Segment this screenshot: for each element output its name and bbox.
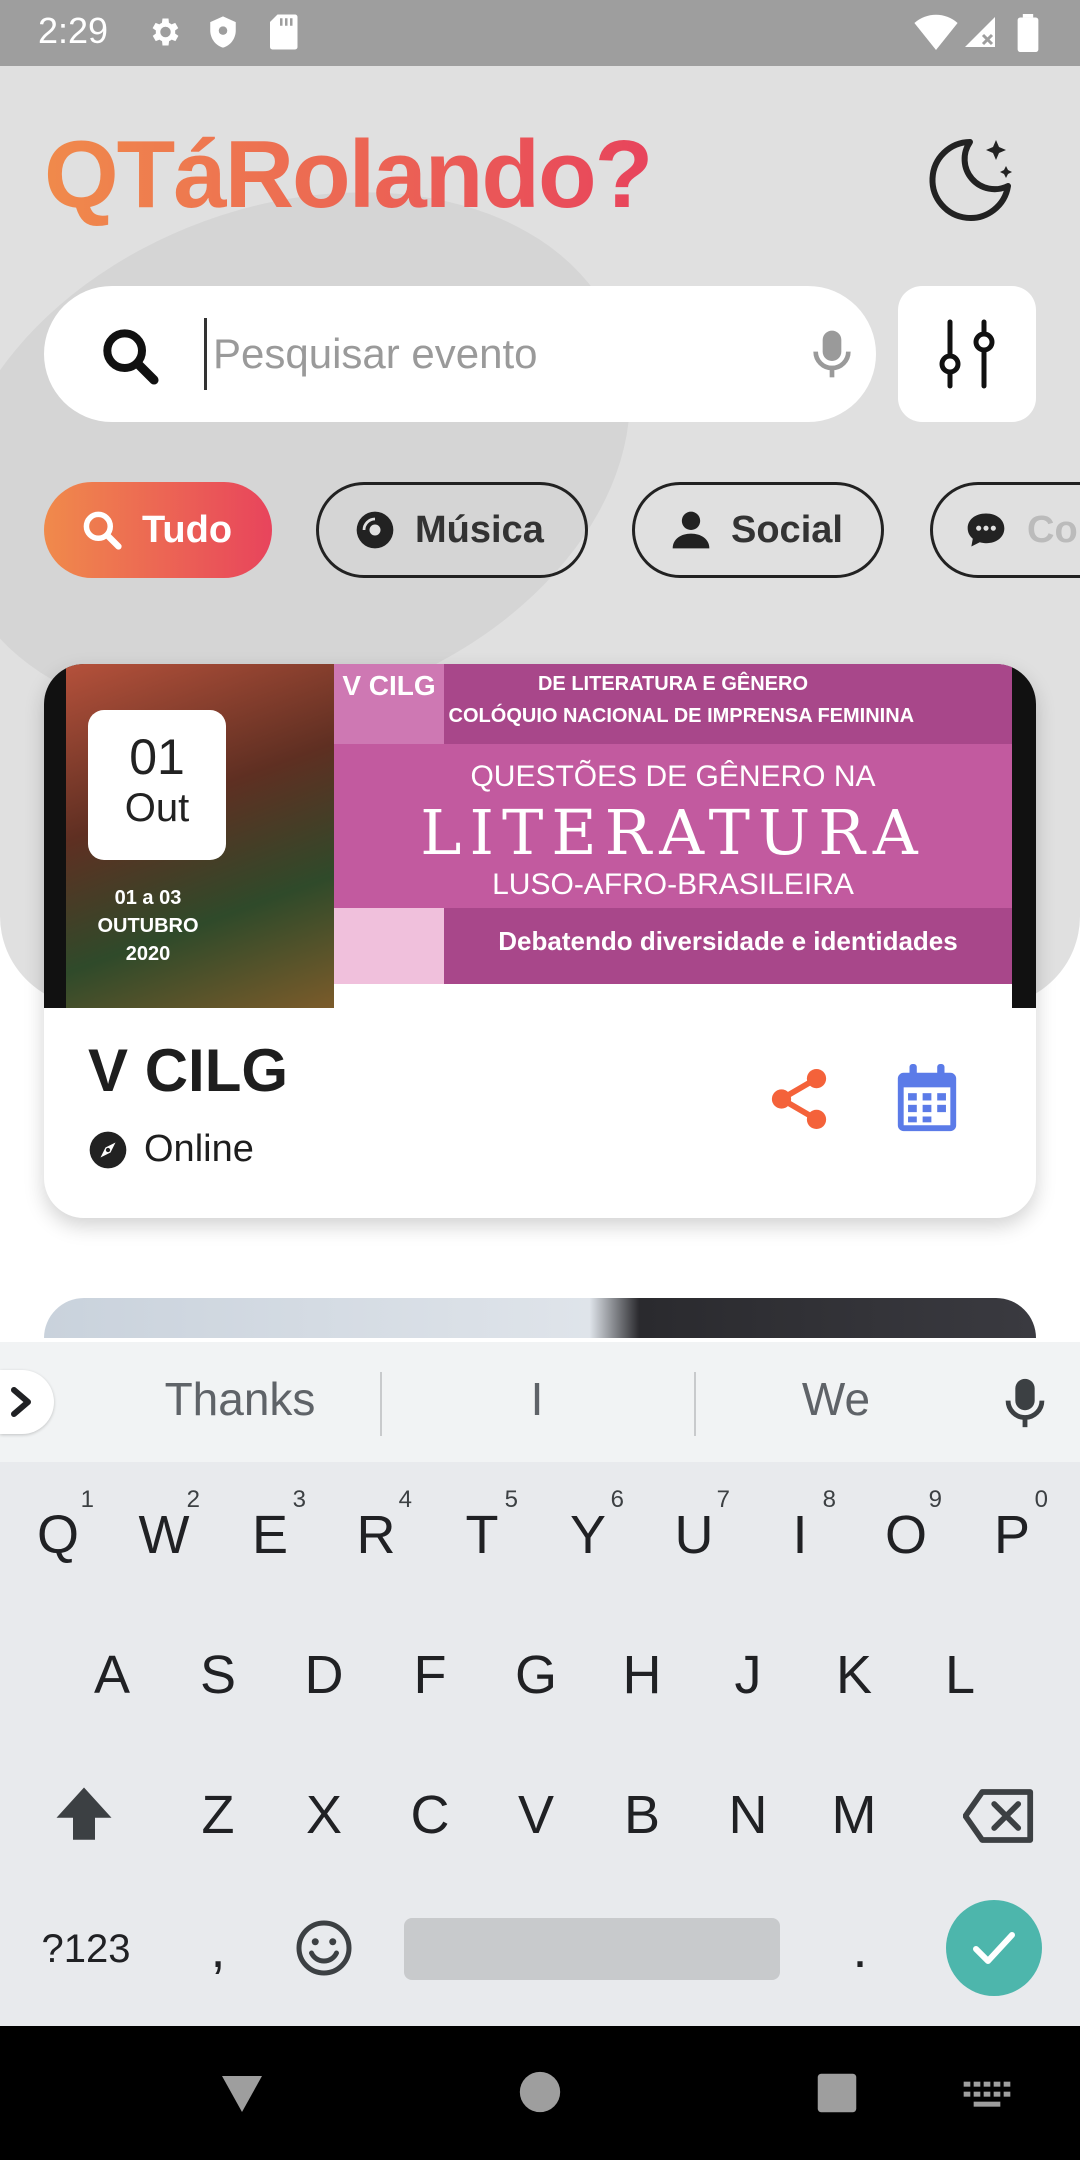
chip-musica[interactable]: Música [316,482,588,578]
disc-icon [356,511,394,549]
key-c[interactable]: C [384,1760,476,1870]
calendar-icon [897,1064,957,1132]
check-icon [973,1932,1015,1964]
chip-label: Co [1027,508,1078,551]
settings-icon [152,18,179,46]
share-icon [771,1068,827,1130]
keyboard-mic-icon[interactable] [996,1374,1054,1432]
key-o[interactable]: O9 [860,1480,952,1590]
moon-icon [929,139,1012,221]
chevron-right-icon [11,1387,31,1417]
search-icon [103,329,159,385]
signal-icon [965,17,995,47]
chip-tudo[interactable]: Tudo [44,482,272,578]
key-k[interactable]: K [808,1620,900,1730]
home-icon[interactable] [518,2070,562,2114]
sd-card-icon [270,14,298,50]
wifi-icon [914,14,958,50]
emoji-key[interactable] [278,1894,370,2004]
category-chips: Tudo Música Social Co [44,482,1080,578]
dark-mode-button[interactable] [920,130,1020,230]
shift-key[interactable] [38,1760,130,1870]
spacebar[interactable] [404,1918,780,1980]
symbols-key[interactable]: ?123 [28,1894,144,2004]
key-w[interactable]: W2 [118,1480,210,1590]
event-card[interactable]: 01 a 03 OUTUBRO 2020 DE LITERATURA E GÊN… [44,664,1036,1218]
key-g[interactable]: G [490,1620,582,1730]
event-date-badge: 01 Out [88,710,226,860]
search-bar [44,286,876,422]
event-location: Online [88,1128,254,1171]
key-r[interactable]: R4 [330,1480,422,1590]
period-key[interactable]: . [814,1894,906,2004]
key-e[interactable]: E3 [224,1480,316,1590]
suggestion-1[interactable]: Thanks [100,1372,380,1426]
share-button[interactable] [764,1064,834,1138]
key-l[interactable]: L [914,1620,1006,1730]
shift-icon [56,1787,112,1840]
event-date-day: 01 [129,729,185,785]
chip-label: Social [731,508,843,551]
key-y[interactable]: Y6 [542,1480,634,1590]
keyboard-expand-button[interactable] [0,1370,54,1434]
filter-button[interactable] [898,286,1036,422]
key-m[interactable]: M [808,1760,900,1870]
suggestion-2[interactable]: I [382,1372,692,1426]
chip-social[interactable]: Social [632,482,884,578]
key-d[interactable]: D [278,1620,370,1730]
backspace-icon [962,1789,1034,1843]
chip-comunidade[interactable]: Co [930,482,1080,578]
recents-icon[interactable] [816,2072,858,2114]
keyboard-switch-icon[interactable] [962,2080,1012,2110]
key-t[interactable]: T5 [436,1480,528,1590]
key-u[interactable]: U7 [648,1480,740,1590]
sliders-icon [939,319,995,389]
system-nav-bar [0,2026,1080,2160]
back-icon[interactable] [218,2072,266,2116]
emoji-icon [296,1920,352,1976]
add-to-calendar-button[interactable] [894,1064,960,1138]
key-a[interactable]: A [66,1620,158,1730]
chat-icon [967,513,1005,547]
person-icon [672,511,710,549]
compass-icon [89,1131,127,1168]
key-v[interactable]: V [490,1760,582,1870]
status-time: 2:29 [38,10,109,51]
suggestion-3[interactable]: We [696,1372,976,1426]
key-b[interactable]: B [596,1760,688,1870]
key-i[interactable]: I8 [754,1480,846,1590]
suggestion-strip: Thanks I We [0,1342,1080,1462]
chip-label: Tudo [142,508,233,551]
voice-search-icon[interactable] [804,324,860,384]
key-f[interactable]: F [384,1620,476,1730]
comma-key[interactable]: , [172,1894,264,2004]
key-z[interactable]: Z [172,1760,264,1870]
app-title: QTáRolando? [44,121,653,228]
key-q[interactable]: Q1 [12,1480,104,1590]
event-card-next[interactable] [44,1298,1036,1338]
key-s[interactable]: S [172,1620,264,1730]
chip-label: Música [415,508,544,551]
key-h[interactable]: H [596,1620,688,1730]
event-title: V CILG [88,1037,289,1104]
enter-key[interactable] [946,1900,1042,1996]
search-icon [83,511,122,550]
key-n[interactable]: N [702,1760,794,1870]
poster-date: 01 a 03 OUTUBRO 2020 [97,887,199,965]
key-x[interactable]: X [278,1760,370,1870]
status-bar: 2:29 [0,0,1080,66]
key-j[interactable]: J [702,1620,794,1730]
shield-icon [210,16,236,48]
event-date-month: Out [124,786,190,830]
search-input[interactable] [204,318,764,390]
key-p[interactable]: P0 [966,1480,1058,1590]
backspace-key[interactable] [944,1760,1054,1870]
battery-icon [1017,14,1039,52]
event-image: 01 a 03 OUTUBRO 2020 DE LITERATURA E GÊN… [44,664,1036,1008]
event-location-label: Online [144,1128,254,1170]
